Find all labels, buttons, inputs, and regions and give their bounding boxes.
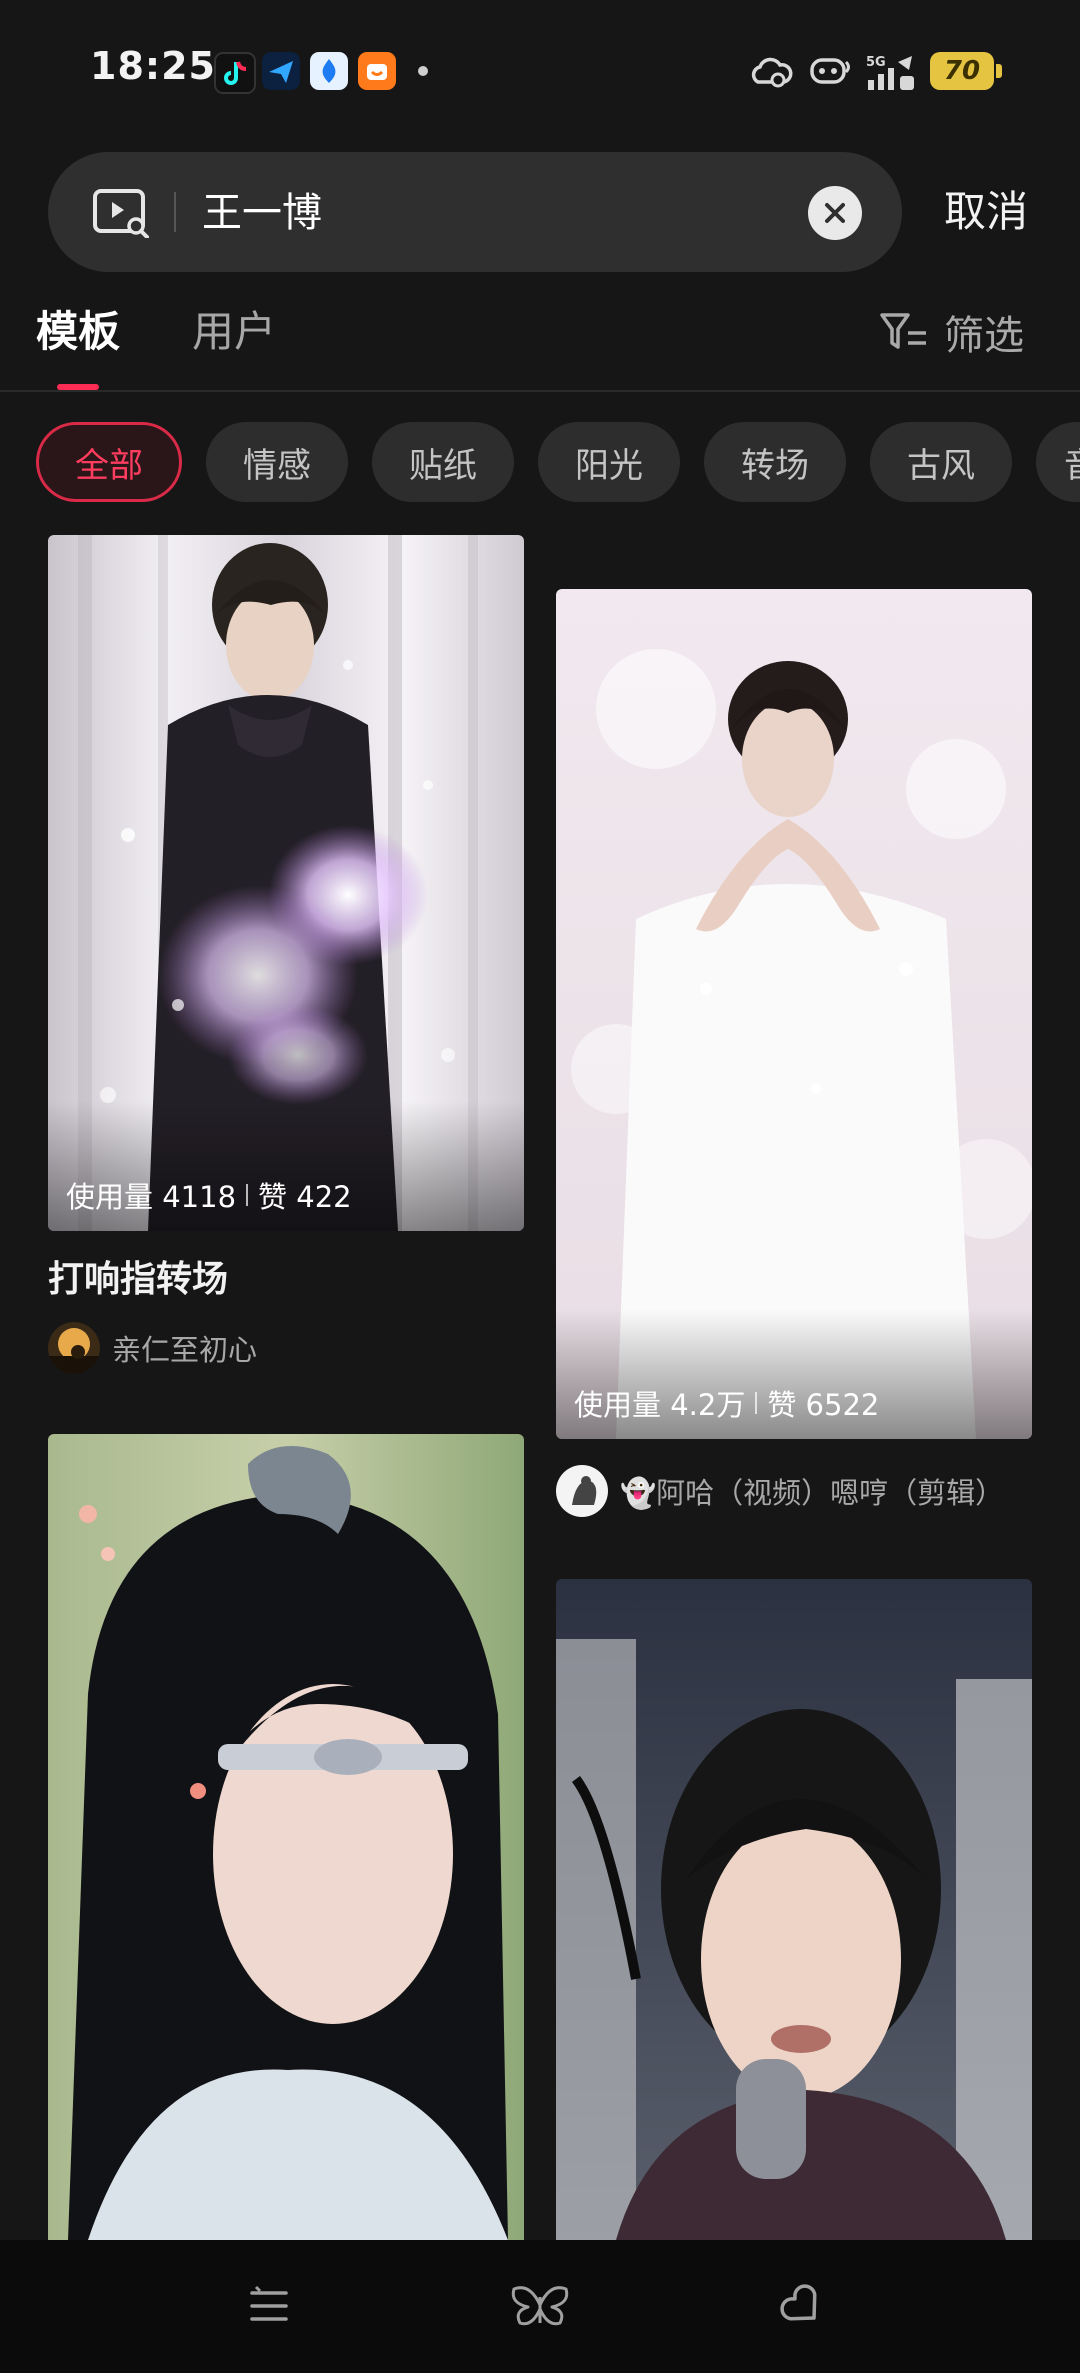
like-count: 赞 6522 — [767, 1388, 880, 1422]
author-name: 亲仁至初心 — [112, 1333, 258, 1367]
card-author[interactable]: 👻阿哈（视频）嗯哼（剪辑） — [556, 1465, 1004, 1517]
tiktok-icon — [214, 52, 256, 94]
notification-dot — [418, 66, 428, 76]
search-divider — [174, 192, 176, 232]
tabs-divider — [0, 390, 1080, 392]
close-icon — [825, 203, 845, 223]
nav-home-button[interactable] — [508, 2274, 572, 2338]
orange-app-icon — [358, 52, 396, 90]
card-title[interactable]: 打响指转场 — [48, 1255, 228, 1305]
list-icon — [250, 2285, 288, 2321]
stats-separator — [246, 1184, 249, 1206]
chip-ancient-style[interactable]: 古风 — [870, 422, 1012, 502]
bottom-navigation — [0, 2240, 1080, 2373]
author-name: 👻阿哈（视频）嗯哼（剪辑） — [620, 1476, 1005, 1510]
clear-search-button[interactable] — [808, 186, 862, 240]
butterfly-icon — [511, 2286, 569, 2326]
blue-drop-app-icon — [310, 52, 348, 90]
nav-menu-button[interactable] — [237, 2274, 301, 2338]
cloud-status-icon — [751, 57, 793, 88]
svg-text:5G: 5G — [866, 55, 886, 70]
heart-outline-icon — [780, 2284, 817, 2321]
chip-transition[interactable]: 转场 — [704, 422, 846, 502]
app-screen: 18:25 5G 70 王一博 取消 模板 用户 筛选 全部 情感 贴纸 阳光 … — [0, 0, 1080, 2373]
template-thumbnail[interactable]: 使用量 4118 赞 422 — [48, 535, 524, 1231]
template-thumbnail[interactable] — [48, 1434, 524, 2240]
chip-sunshine[interactable]: 阳光 — [538, 422, 680, 502]
chip-emotion[interactable]: 情感 — [206, 422, 348, 502]
avatar[interactable] — [48, 1322, 100, 1374]
card-stats: 使用量 4118 赞 422 — [66, 1175, 352, 1215]
chip-music[interactable]: 音 — [1036, 422, 1080, 502]
template-thumbnail[interactable] — [556, 1579, 1032, 2240]
paper-plane-app-icon — [262, 52, 300, 90]
status-time: 18:25 — [90, 44, 216, 88]
nav-back-button[interactable] — [770, 2274, 834, 2338]
filter-button[interactable]: 筛选 — [878, 300, 1024, 364]
search-bar — [48, 152, 902, 274]
avatar[interactable] — [556, 1465, 608, 1517]
card-author[interactable]: 亲仁至初心 — [48, 1322, 257, 1374]
card-stats: 使用量 4.2万 赞 6522 — [574, 1383, 879, 1423]
cancel-button[interactable]: 取消 — [944, 180, 1028, 244]
like-count: 赞 422 — [258, 1180, 352, 1214]
chip-all[interactable]: 全部 — [36, 422, 182, 502]
video-search-icon[interactable] — [92, 188, 150, 238]
chip-sticker[interactable]: 贴纸 — [372, 422, 514, 502]
tab-users[interactable]: 用户 — [192, 300, 276, 364]
stats-separator — [755, 1392, 758, 1414]
battery-indicator: 70 — [930, 52, 1002, 90]
bot-status-icon — [810, 58, 850, 84]
usage-count: 使用量 4.2万 — [574, 1388, 746, 1422]
filter-icon — [880, 313, 926, 349]
usage-count: 使用量 4118 — [66, 1180, 237, 1214]
status-bar: 18:25 5G 70 — [0, 0, 1080, 140]
search-input[interactable] — [200, 152, 804, 274]
5g-signal-icon: 5G — [866, 55, 914, 90]
tab-templates[interactable]: 模板 — [36, 300, 120, 364]
template-thumbnail[interactable]: 使用量 4.2万 赞 6522 — [556, 589, 1032, 1439]
filter-label: 筛选 — [944, 313, 1024, 359]
category-chips: 全部 情感 贴纸 阳光 转场 古风 音 — [0, 422, 1080, 502]
tab-bar: 模板 用户 筛选 — [0, 290, 1080, 390]
